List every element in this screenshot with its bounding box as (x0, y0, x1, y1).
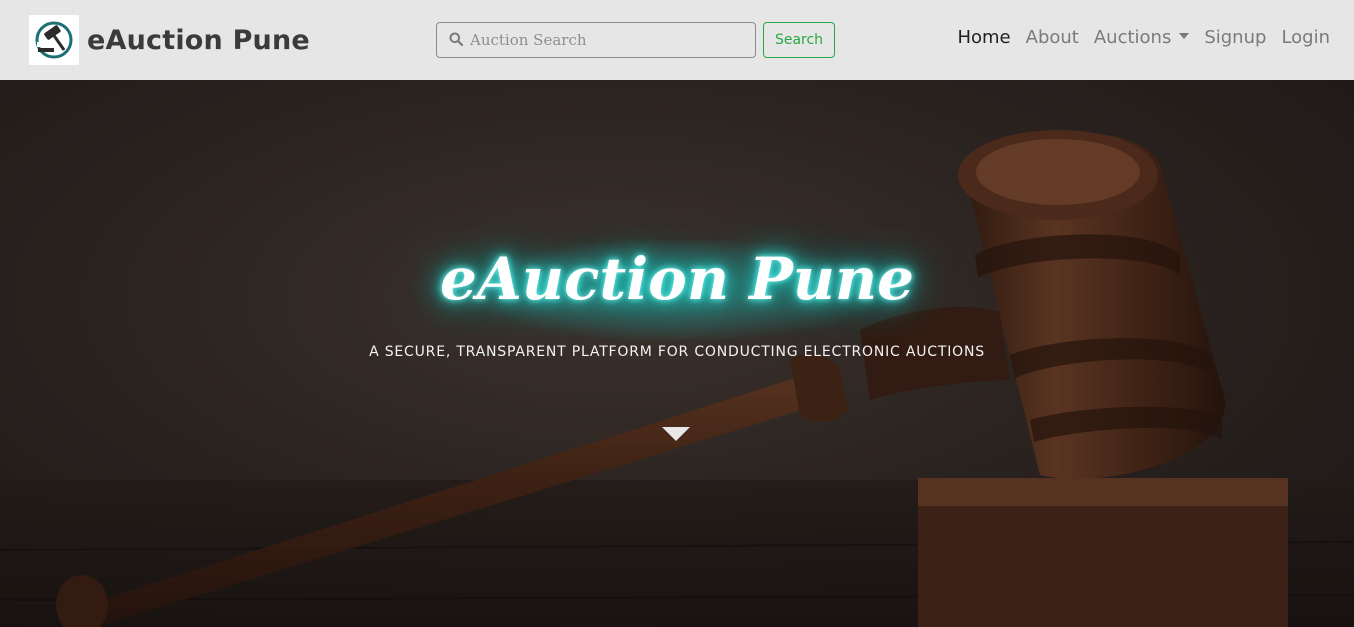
hero-subtitle: A SECURE, TRANSPARENT PLATFORM FOR CONDU… (369, 344, 985, 360)
nav-signup-link[interactable]: Signup (1204, 27, 1266, 48)
hero-section: eAuction Pune A SECURE, TRANSPARENT PLAT… (0, 80, 1354, 627)
hero-title: eAuction Pune (439, 245, 915, 313)
search-box (436, 22, 756, 58)
search-input[interactable] (470, 31, 740, 49)
search-form: Search (436, 22, 835, 58)
search-button[interactable]: Search (763, 22, 835, 58)
top-navbar: eAuction Pune Search Home About Auctions… (0, 0, 1354, 80)
caret-down-icon (1179, 33, 1190, 39)
triangle-down-icon[interactable] (662, 427, 690, 441)
nav-menu: Home About Auctions Signup Login (942, 27, 1330, 48)
brand-name: eAuction Pune (87, 24, 310, 56)
brand-link[interactable]: eAuction Pune (29, 15, 310, 65)
nav-home-link[interactable]: Home (957, 27, 1010, 48)
nav-auctions-dropdown[interactable]: Auctions (1093, 27, 1190, 48)
nav-auctions-label: Auctions (1093, 27, 1172, 48)
nav-login-link[interactable]: Login (1281, 27, 1330, 48)
nav-about-link[interactable]: About (1026, 27, 1079, 48)
search-icon (449, 31, 464, 50)
gavel-icon (29, 15, 79, 65)
